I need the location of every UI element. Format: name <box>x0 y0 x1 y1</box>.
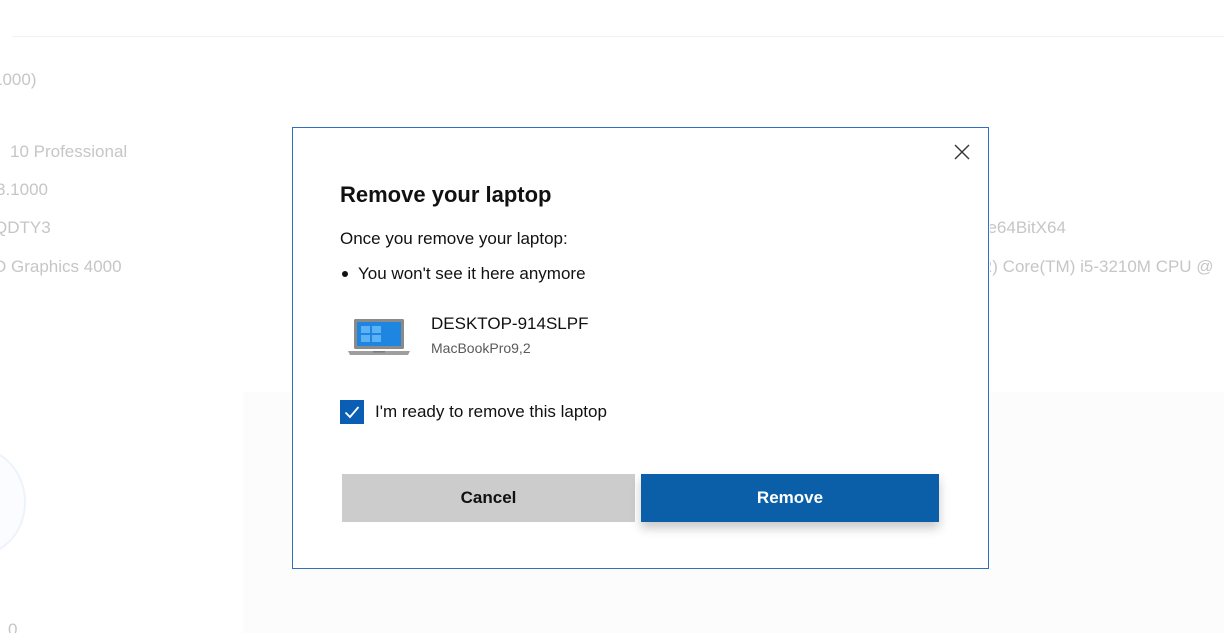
device-model: MacBookPro9,2 <box>431 340 531 356</box>
close-button[interactable] <box>950 140 974 164</box>
background-circle <box>0 448 26 556</box>
background-left-column: 1000) 10 Professional 3.1000 QDTY3 D Gra… <box>0 0 290 633</box>
background-text: R) Core(TM) i5-3210M CPU @ <box>990 257 1214 276</box>
device-name: DESKTOP-914SLPF <box>431 314 589 333</box>
close-icon <box>954 144 970 160</box>
checkmark-icon <box>344 406 360 419</box>
background-text: 10 Professional <box>10 142 128 161</box>
background-text: QDTY3 <box>0 218 51 237</box>
device-card: DESKTOP-914SLPF MacBookPro9,2 <box>347 314 588 358</box>
dialog-intro-text: Once you remove your laptop: <box>340 229 568 248</box>
remove-button[interactable]: Remove <box>641 474 939 522</box>
background-text: D Graphics 4000 <box>0 257 122 276</box>
bullet-dot <box>342 271 348 277</box>
dialog-title: Remove your laptop <box>340 182 552 207</box>
background-text: 3.1000 <box>0 180 48 199</box>
background-text: pe64BitX64 <box>990 218 1066 237</box>
background-text: 0 <box>8 620 18 633</box>
background-text: 1000) <box>0 70 37 89</box>
dialog-bullet-item: You won't see it here anymore <box>340 264 586 284</box>
remove-laptop-dialog: Remove your laptop Once you remove your … <box>292 127 989 569</box>
bullet-text: You won't see it here anymore <box>358 264 586 283</box>
device-info: DESKTOP-914SLPF MacBookPro9,2 <box>431 314 588 356</box>
cancel-button[interactable]: Cancel <box>342 474 635 522</box>
background-right-column: pe64BitX64 R) Core(TM) i5-3210M CPU @ <box>990 0 1224 633</box>
confirm-checkbox-row[interactable]: I'm ready to remove this laptop <box>340 400 607 424</box>
laptop-icon <box>348 319 410 355</box>
confirm-checkbox[interactable] <box>340 400 364 424</box>
confirm-checkbox-label[interactable]: I'm ready to remove this laptop <box>375 402 607 422</box>
